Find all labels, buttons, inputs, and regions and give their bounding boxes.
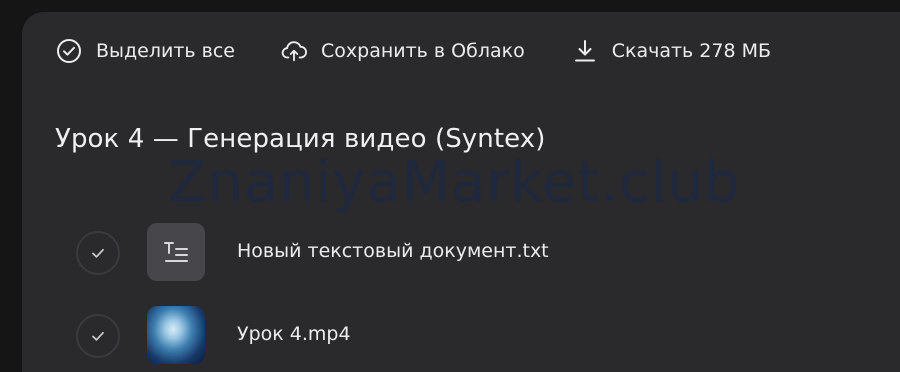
download-icon [572,38,598,64]
select-all-label: Выделить все [96,40,235,62]
folder-title: Урок 4 — Генерация видео (Syntex) [55,124,546,154]
save-to-cloud-label: Сохранить в Облако [321,40,525,62]
file-row[interactable]: Новый текстовый документ.txt [0,223,900,283]
save-to-cloud-button[interactable]: Сохранить в Облако [281,38,525,64]
text-document-icon [147,223,205,281]
cloud-upload-icon [281,38,307,64]
check-icon [92,331,104,341]
check-icon [92,248,104,258]
video-thumbnail [147,306,205,364]
toolbar: Выделить все Сохранить в Облако Скачать … [56,38,771,64]
file-name: Новый текстовый документ.txt [237,240,549,262]
file-row[interactable]: Урок 4.mp4 [0,306,900,366]
file-checkbox[interactable] [76,231,120,275]
file-name: Урок 4.mp4 [237,323,351,345]
check-circle-icon [56,38,82,64]
download-button[interactable]: Скачать 278 МБ [572,38,771,64]
select-all-button[interactable]: Выделить все [56,38,235,64]
download-label: Скачать 278 МБ [611,40,772,62]
file-checkbox[interactable] [76,314,120,358]
